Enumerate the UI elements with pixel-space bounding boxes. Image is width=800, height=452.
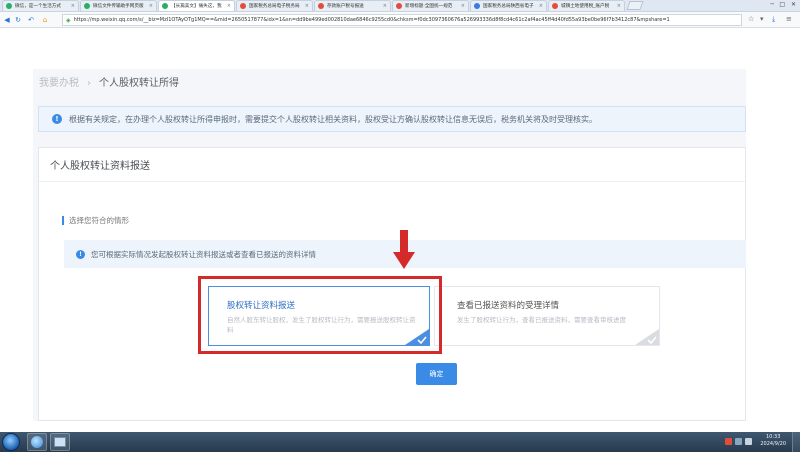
new-tab-button[interactable] [626,1,644,10]
menu-icon[interactable]: ≡ [786,15,792,23]
tab-close-icon[interactable]: × [539,3,543,9]
tab-close-icon[interactable]: × [383,3,387,9]
tab-favicon-icon [84,3,90,9]
tray-volume-icon[interactable] [745,438,752,445]
option-title: 股权转让资料报送 [227,301,296,311]
breadcrumb-separator: › [87,78,91,89]
confirm-button[interactable]: 确定 [416,363,457,385]
tab-favicon-icon [162,3,168,9]
show-desktop-button[interactable] [792,432,800,452]
option-transfer-report[interactable]: 股权转让资料报送 自然人股东转让股权，发生了股权转让行为，需要报送股权转让资料 [208,286,430,346]
minimize-icon[interactable]: ─ [770,1,774,8]
tab-favicon-icon [6,3,12,9]
tab-favicon-icon [474,3,480,9]
info-icon: ! [76,249,85,259]
tab-favicon-icon [396,3,402,9]
browser-tab[interactable]: 存款账户税号报送 × [314,0,391,11]
refresh-icon[interactable]: ↻ [13,14,23,26]
section-heading: 选择您符合的情形 [62,216,129,225]
tabs-container: 微信，是一个生活方式 × 微信文件传输助手网页版 × 【长篇美文】痛失这，我 × 国家税务总… [2,0,626,11]
option-view-status[interactable]: 查看已报送资料的受理详情 发生了股权转让行为，查看已报送资料，需要查看审核进度 [434,286,660,346]
tab-title: 【长篇美文】痛失这，我 [171,4,222,9]
tab-close-icon[interactable]: × [617,3,621,9]
home-icon[interactable]: ⌂ [40,14,50,26]
windows-taskbar: 10:33 2024/9/20 [0,432,800,452]
tab-title: 城镇土地使用税_账户税 [561,4,610,9]
tray-security-icon[interactable] [725,438,732,445]
option-description: 自然人股东转让股权，发生了股权转让行为，需要报送股权转让资料 [227,316,416,334]
option-description: 发生了股权转让行为，查看已报送资料，需要查看审核进度 [457,316,626,324]
info-icon: ! [52,114,62,124]
explorer-taskbar-icon[interactable] [50,433,70,451]
address-toolbar: ◀ ↻ ↶ ⌂ ◈ https://mp.weixin.qq.com/s/__b… [0,12,800,28]
url-input[interactable]: ◈ https://mp.weixin.qq.com/s/__biz=MzI1O… [62,14,742,26]
undo-icon[interactable]: ↶ [26,14,36,26]
clock-time: 10:33 [765,434,781,440]
clock-date: 2024/9/20 [760,441,786,447]
browser-tab[interactable]: 微信，是一个生活方式 × [2,0,79,11]
tab-title: 微信文件传输助手网页版 [93,4,144,9]
browser-tab-strip: 微信，是一个生活方式 × 微信文件传输助手网页版 × 【长篇美文】痛失这，我 × 国家税务总… [0,0,800,12]
system-clock[interactable]: 10:33 2024/9/20 [760,434,786,448]
tab-close-icon[interactable]: × [71,3,75,9]
browser-tab[interactable]: 城镇土地使用税_账户税 × [548,0,625,11]
tab-title: 新增标题·全国统一规范 [405,4,453,9]
tab-favicon-icon [240,3,246,9]
star-icon[interactable]: ☆ [748,15,754,23]
red-arrow-icon [393,230,415,269]
tab-favicon-icon [552,3,558,9]
browser-taskbar-icon[interactable] [27,433,47,451]
url-text: https://mp.weixin.qq.com/s/__biz=MzI1OTA… [73,17,670,23]
browser-tab[interactable]: 【长篇美文】痛失这，我 × [158,0,235,11]
tray-network-icon[interactable] [735,438,742,445]
tab-title: 微信，是一个生活方式 [15,4,61,9]
unselected-check-icon [635,329,659,345]
tab-close-icon[interactable]: × [227,3,231,9]
selected-check-icon [405,329,429,345]
tab-title: 国家税务总局陕西省电子 [483,4,534,9]
start-button-icon[interactable] [2,433,20,451]
download-icon[interactable]: ⤓ [772,15,775,24]
notice-banner: ! 根据有关规定，在办理个人股权转让所得申报时，需要提交个人股权转让相关资料，股… [38,106,746,132]
hint-text: 您可根据实际情况发起股权转让资料报送或者查看已报送的资料详情 [91,249,316,259]
tab-title: 存款账户税号报送 [327,4,364,9]
option-title: 查看已报送资料的受理详情 [457,301,560,311]
tab-favicon-icon [318,3,324,9]
tab-close-icon[interactable]: × [461,3,465,9]
close-window-icon[interactable]: ✕ [791,1,796,8]
card-title: 个人股权转让资料报送 [50,161,150,172]
secure-shield-icon: ◈ [66,16,71,24]
browser-tab[interactable]: 新增标题·全国统一规范 × [392,0,469,11]
form-card: 个人股权转让资料报送 [38,147,746,421]
browser-tab[interactable]: 国家税务总局电子税务局 × [236,0,313,11]
dropdown-icon[interactable]: ▾ [760,15,764,23]
tab-close-icon[interactable]: × [305,3,309,9]
browser-tab[interactable]: 微信文件传输助手网页版 × [80,0,157,11]
back-icon[interactable]: ◀ [2,14,12,26]
tab-title: 国家税务总局电子税务局 [249,4,300,9]
tab-close-icon[interactable]: × [149,3,153,9]
breadcrumb-root[interactable]: 我要办税 [39,78,79,89]
breadcrumb-current: 个人股权转让所得 [99,78,179,89]
maximize-icon[interactable]: □ [779,1,785,8]
notice-text: 根据有关规定，在办理个人股权转让所得申报时，需要提交个人股权转让相关资料，股权受… [69,114,597,124]
browser-tab[interactable]: 国家税务总局陕西省电子 × [470,0,547,11]
breadcrumb: 我要办税 › 个人股权转让所得 [39,74,179,89]
card-divider [39,181,745,182]
